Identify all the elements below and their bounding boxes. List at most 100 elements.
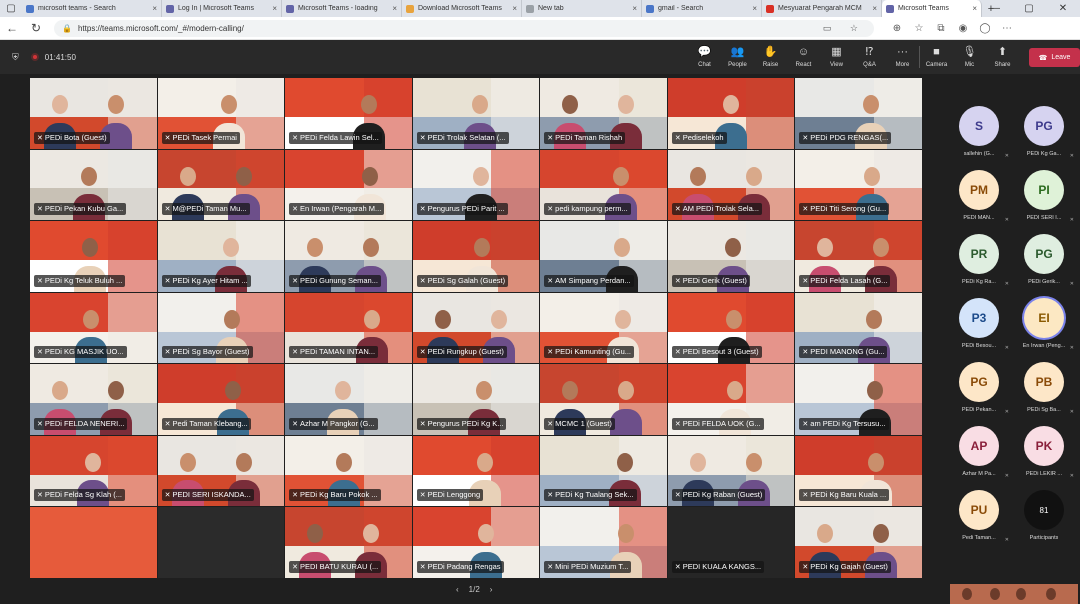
mic-button[interactable]: 🎙 Mic: [953, 40, 986, 74]
browser-tab[interactable]: Microsoft Teams ×: [882, 0, 982, 17]
participant-video-tile[interactable]: ✕ PEDi Tasek Permai: [157, 78, 285, 149]
participant-video-tile[interactable]: ✕ M@PEDi Taman Mu...: [157, 149, 285, 221]
qa-button[interactable]: ⁉ Q&A: [853, 40, 886, 74]
back-icon[interactable]: ←: [0, 21, 24, 35]
more-button[interactable]: ··· More: [886, 40, 919, 74]
participant-video-tile[interactable]: ✕ PEDi Kg Baru Kuala ...: [795, 435, 922, 507]
participant-video-tile[interactable]: ✕ PEDi Kg Teluk Buluh ...: [30, 221, 157, 292]
participant-avatar[interactable]: AP Azhar M Pa... ✕: [950, 426, 1009, 484]
participant-video-tile[interactable]: ✕ En Irwan (Pengarah M...: [285, 149, 412, 221]
participant-video-tile[interactable]: ✕ PEDi Gunung Seman...: [285, 221, 412, 292]
participant-video-tile[interactable]: ✕ PEDi FELDA NENERI...: [30, 364, 157, 435]
participant-video-tile[interactable]: ✕ PEDi Kg Baru Pokok ...: [285, 435, 412, 507]
participant-video-tile[interactable]: ✕ PEDi Kamunting (Gu...: [540, 292, 667, 364]
participant-avatar[interactable]: PG PEDi Pekan... ✕: [950, 362, 1009, 420]
people-button[interactable]: 👥 People: [721, 40, 754, 74]
participant-video-tile[interactable]: ✕ PEDi KG MASJIK UO...: [30, 292, 157, 364]
participant-avatar[interactable]: PM PEDI MAN... ✕: [950, 170, 1009, 228]
self-view-preview[interactable]: [950, 584, 1078, 604]
participant-avatar[interactable]: PU Pedi Taman... ✕: [950, 490, 1009, 548]
chat-button[interactable]: 💬 Chat: [688, 40, 721, 74]
participant-video-tile[interactable]: ✕ PEDi Taman Rishah: [540, 78, 667, 149]
raise-button[interactable]: ✋ Raise: [754, 40, 787, 74]
browser-tab[interactable]: gmail - Search ×: [642, 0, 762, 17]
participant-avatar[interactable]: PK PEDi LEKIR ... ✕: [1015, 426, 1074, 484]
browser-tab[interactable]: Download Microsoft Teams ×: [402, 0, 522, 17]
reload-icon[interactable]: ↻: [24, 21, 48, 35]
participant-video-tile[interactable]: ✕ PEDi Besout 3 (Guest): [667, 292, 795, 364]
leave-button[interactable]: ☎ Leave: [1029, 48, 1080, 67]
close-tab-icon[interactable]: ×: [152, 4, 157, 13]
close-tab-icon[interactable]: ×: [872, 4, 877, 13]
close-tab-icon[interactable]: ×: [972, 4, 977, 13]
participant-video-tile[interactable]: ✕ PEDi TAMAN INTAN...: [285, 292, 412, 364]
browser-menu-icon[interactable]: ⋯: [996, 23, 1018, 34]
participant-video-tile[interactable]: ✕ PEDi Sg Bayor (Guest): [157, 292, 285, 364]
participant-video-tile[interactable]: ✕ PEDi Lenggong: [412, 435, 540, 507]
browser-tab[interactable]: Mesyuarat Pengarah MCM ×: [762, 0, 882, 17]
participant-video-tile[interactable]: ✕ PEDi Titi Serong (Gu...: [795, 149, 922, 221]
browser-tab[interactable]: microsoft teams - Search ×: [22, 0, 162, 17]
participant-avatar[interactable]: P3 PEDi Besou... ✕: [950, 298, 1009, 356]
close-tab-icon[interactable]: ×: [272, 4, 277, 13]
participant-video-tile[interactable]: ✕ PEDi PDG RENGAS(...: [795, 78, 922, 149]
close-tab-icon[interactable]: ×: [392, 4, 397, 13]
participant-video-tile[interactable]: ✕ PEDi Gerik (Guest): [667, 221, 795, 292]
participant-video-tile[interactable]: ✕ PEDi Trolak Selatan (...: [412, 78, 540, 149]
participant-video-tile[interactable]: ✕ Pediselekoh: [667, 78, 795, 149]
participant-video-tile[interactable]: ✕ PEDI KUALA KANGS...: [667, 507, 795, 578]
camera-button[interactable]: ■ Camera: [920, 40, 953, 74]
window-menu-icon[interactable]: ▢: [0, 0, 22, 17]
participant-video-tile[interactable]: ✕ PEDi Kg Tualang Sek...: [540, 435, 667, 507]
participants-count-button[interactable]: 81 Participants: [1015, 490, 1073, 548]
react-button[interactable]: ☺ React: [787, 40, 820, 74]
participant-avatar[interactable]: PB PEDi Sg Ba... ✕: [1015, 362, 1074, 420]
maximize-icon[interactable]: ▢: [1012, 0, 1046, 17]
participant-video-tile[interactable]: ✕ PEDi Bota (Guest): [30, 78, 157, 149]
participant-video-tile[interactable]: ✕ Pengurus PEDi Parit ...: [412, 149, 540, 221]
close-window-icon[interactable]: ✕: [1046, 0, 1080, 17]
participant-avatar[interactable]: PR PEDi Kg Ra... ✕: [950, 234, 1009, 292]
participant-avatar[interactable]: PI PEDI SERI I... ✕: [1015, 170, 1074, 228]
participant-video-tile[interactable]: ✕ Pengurus PEDi Kg K...: [412, 364, 540, 435]
participant-video-tile[interactable]: ✕ PEDi Sg Galah (Guest): [412, 221, 540, 292]
participant-video-tile[interactable]: ✕ PEDi Felda Sg Klah (...: [30, 435, 157, 507]
participant-video-tile[interactable]: ✕ PEDi Pekan Kubu Ga...: [30, 149, 157, 221]
close-tab-icon[interactable]: ×: [752, 4, 757, 13]
view-button[interactable]: ▦ View: [820, 40, 853, 74]
participant-video-tile[interactable]: ✕ MCMC 1 (Guest): [540, 364, 667, 435]
participant-video-tile[interactable]: [30, 507, 157, 578]
participant-video-tile[interactable]: ✕ PEDI BATU KURAU (...: [285, 507, 412, 578]
participant-video-tile[interactable]: ✕ PEDi FELDA UOK (G...: [667, 364, 795, 435]
browser-tab[interactable]: New tab ×: [522, 0, 642, 17]
participant-video-tile[interactable]: ✕ PEDI MANONG (Gu...: [795, 292, 922, 364]
profile-icon[interactable]: ◯: [974, 23, 996, 34]
close-tab-icon[interactable]: ×: [512, 4, 517, 13]
participant-video-tile[interactable]: ✕ AM PEDi Trolak Sela...: [667, 149, 795, 221]
shield-extension-icon[interactable]: ◉: [952, 23, 974, 34]
browser-tab[interactable]: Log In | Microsoft Teams ×: [162, 0, 282, 17]
participant-video-tile[interactable]: ✕ PEDI SERI ISKANDA...: [157, 435, 285, 507]
participant-video-tile[interactable]: ✕ PEDi Felda Lasah (G...: [795, 221, 922, 292]
favorites-icon[interactable]: ☆: [908, 23, 930, 34]
participant-avatar[interactable]: PG PEDi Gerik... ✕: [1015, 234, 1074, 292]
browser-tab[interactable]: Microsoft Teams - loading ×: [282, 0, 402, 17]
participant-video-tile[interactable]: [157, 507, 285, 578]
next-page-icon[interactable]: ›: [490, 585, 493, 594]
close-tab-icon[interactable]: ×: [632, 4, 637, 13]
prev-page-icon[interactable]: ‹: [456, 585, 459, 594]
participant-video-tile[interactable]: ✕ pedi kampung perm...: [540, 149, 667, 221]
address-bar-icons[interactable]: ▭ ☆: [823, 23, 866, 34]
participant-video-tile[interactable]: ✕ PEDi Felda Lawin Sel...: [285, 78, 412, 149]
participant-video-tile[interactable]: ✕ am PEDi Kg Tersusu...: [795, 364, 922, 435]
participant-video-tile[interactable]: ✕ PEDi Rungkup (Guest): [412, 292, 540, 364]
minimize-icon[interactable]: —: [978, 0, 1012, 17]
participant-video-tile[interactable]: ✕ PEDi Kg Ayer Hitam ...: [157, 221, 285, 292]
participant-avatar[interactable]: EI En Irwan (Peng... ✕: [1015, 298, 1074, 356]
participant-avatar[interactable]: Ssallehin (G... ✕: [950, 106, 1009, 164]
participant-video-tile[interactable]: ✕ PEDi Padang Rengas: [412, 507, 540, 578]
participant-video-tile[interactable]: ✕ AM Simpang Perdan...: [540, 221, 667, 292]
participant-video-tile[interactable]: ✕ Pedi Taman Klebang...: [157, 364, 285, 435]
collections-icon[interactable]: ⧉: [930, 23, 952, 34]
participant-video-tile[interactable]: ✕ Azhar M Pangkor (G...: [285, 364, 412, 435]
